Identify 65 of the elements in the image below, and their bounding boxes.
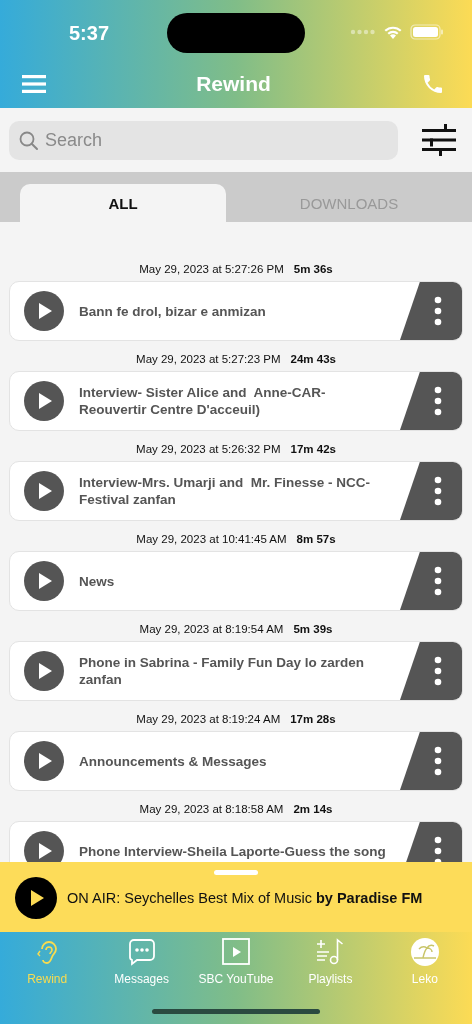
- episode-date: May 29, 2023 at 8:19:24 AM: [136, 712, 281, 727]
- episode-duration: 24m 43s: [290, 352, 336, 367]
- episode-card[interactable]: Phone Interview-Sheila Laporte-Guess the song: [9, 821, 463, 862]
- more-button[interactable]: [400, 552, 462, 610]
- more-button[interactable]: [400, 372, 462, 430]
- now-playing-bar[interactable]: ON AIR: Seychelles Best Mix of Music by Paradise FM: [0, 862, 472, 932]
- play-button[interactable]: [24, 741, 64, 781]
- episode-duration: 8m 57s: [296, 532, 336, 547]
- episode-duration: 5m 36s: [293, 262, 333, 277]
- menu-icon[interactable]: [22, 74, 46, 94]
- more-icon: [434, 386, 442, 416]
- more-icon: [434, 746, 442, 776]
- episode-date: May 29, 2023 at 8:18:58 AM: [139, 802, 284, 817]
- episode-title: News: [79, 572, 116, 590]
- episode-duration: 5m 39s: [293, 622, 333, 637]
- play-button[interactable]: [24, 561, 64, 601]
- episode-date: May 29, 2023 at 10:41:45 AM: [136, 532, 287, 547]
- more-icon: [434, 566, 442, 596]
- search-field[interactable]: Search: [9, 120, 398, 160]
- island-logo-icon: [410, 938, 439, 966]
- episode-card[interactable]: Interview-Mrs. Umarji and Mr. Finesse - NCC-Festival zanfan: [9, 461, 463, 521]
- filter-icon[interactable]: [422, 124, 456, 156]
- episode-title: Interview- Sister Alice and Anne-CAR-Reouvertir Centre D'acceuil): [79, 384, 327, 418]
- episode-card[interactable]: Bann fe drol, bizar e anmizan: [9, 281, 463, 341]
- play-button[interactable]: [24, 471, 64, 511]
- episode-card[interactable]: Phone in Sabrina - Family Fun Day lo zarden zanfan: [9, 641, 463, 701]
- more-button[interactable]: [400, 732, 462, 790]
- episode-date: May 29, 2023 at 5:26:32 PM: [136, 442, 281, 457]
- play-button[interactable]: [24, 651, 64, 691]
- more-button[interactable]: [400, 282, 462, 340]
- playlist-icon: [316, 938, 345, 966]
- more-icon: [434, 476, 442, 506]
- episode-duration: 17m 28s: [290, 712, 336, 727]
- video-play-icon: [222, 938, 250, 966]
- more-button[interactable]: [400, 462, 462, 520]
- episode-title: Announcements & Messages: [79, 752, 268, 770]
- episode-duration: 17m 42s: [290, 442, 336, 457]
- episode-title: Phone Interview-Sheila Laporte-Guess the song: [79, 842, 387, 860]
- now-playing-text: ON AIR: Seychelles Best Mix of Music by Paradise FM: [67, 890, 423, 906]
- more-icon: [434, 836, 442, 862]
- chat-bubble-icon: [127, 938, 156, 966]
- episode-date: May 29, 2023 at 5:27:23 PM: [136, 352, 281, 367]
- wifi-icon: [383, 24, 403, 40]
- episode-title: Phone in Sabrina - Family Fun Day lo zarden zanfan: [79, 654, 366, 688]
- play-button[interactable]: [24, 831, 64, 862]
- drag-handle[interactable]: [214, 870, 258, 875]
- episode-title: Bann fe drol, bizar e anmizan: [79, 302, 267, 320]
- episode-card[interactable]: Announcements & Messages: [9, 731, 463, 791]
- episode-date: May 29, 2023 at 8:19:54 AM: [139, 622, 284, 637]
- battery-icon: [410, 24, 444, 40]
- play-button[interactable]: [24, 291, 64, 331]
- episode-card[interactable]: News: [9, 551, 463, 611]
- play-button[interactable]: [24, 381, 64, 421]
- episode-card[interactable]: Interview- Sister Alice and Anne-CAR-Reouvertir Centre D'acceuil): [9, 371, 463, 431]
- episode-date: May 29, 2023 at 5:27:26 PM: [139, 262, 284, 277]
- screen-title: Rewind: [196, 72, 271, 96]
- tab[interactable]: ALL: [20, 184, 226, 222]
- episode-duration: 2m 14s: [293, 802, 333, 817]
- signal-icon: [350, 29, 376, 35]
- more-button[interactable]: [400, 642, 462, 700]
- more-icon: [434, 296, 442, 326]
- status-time: 5:37: [69, 21, 110, 45]
- episode-title: Interview-Mrs. Umarji and Mr. Finesse - NCC-Festival zanfan: [79, 474, 372, 508]
- play-button[interactable]: [15, 877, 57, 919]
- more-icon: [434, 656, 442, 686]
